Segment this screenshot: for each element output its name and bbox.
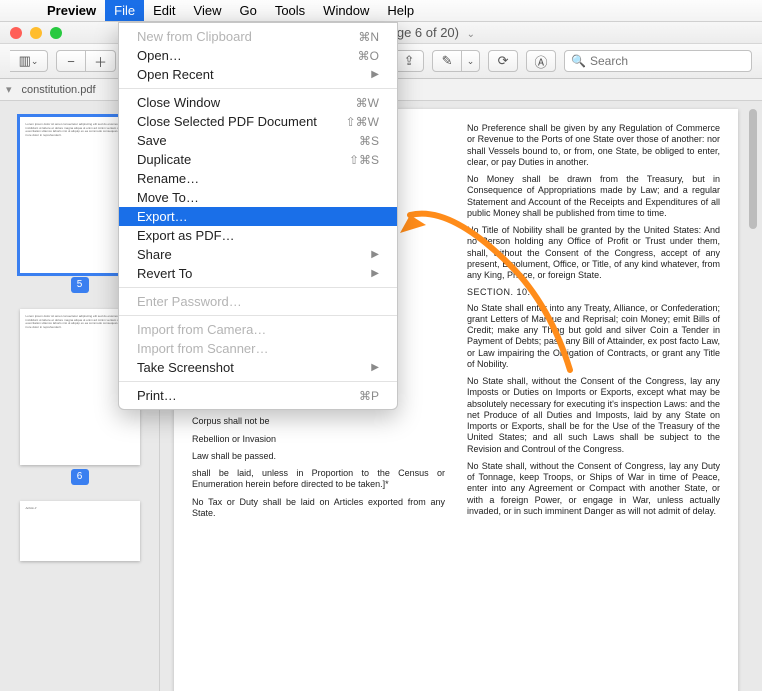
menu-item-new-from-clipboard: New from Clipboard⌘N [119,27,397,46]
menu-item-move-to[interactable]: Move To… [119,188,397,207]
menu-item-save[interactable]: Save⌘S [119,131,397,150]
file-menu-dropdown: New from Clipboard⌘NOpen…⌘OOpen Recent▶ C… [118,22,398,410]
menu-window[interactable]: Window [314,0,378,21]
close-window-button[interactable] [10,27,22,39]
system-menubar: Preview File Edit View Go Tools Window H… [0,0,762,22]
menu-item-print[interactable]: Print…⌘P [119,386,397,405]
submenu-arrow-icon: ▶ [371,249,379,260]
menu-item-export-as-pdf[interactable]: Export as PDF… [119,226,397,245]
menu-item-close-window[interactable]: Close Window⌘W [119,93,397,112]
markup-button[interactable]: Ⓐ [526,50,556,72]
tab-name[interactable]: constitution.pdf [18,84,100,96]
app-menu[interactable]: Preview [38,0,105,21]
menu-item-import-from-scanner: Import from Scanner… [119,339,397,358]
menu-item-export[interactable]: Export… [119,207,397,226]
chevron-down-icon: ⌄ [467,56,475,67]
zoom-out-icon: − [67,54,75,69]
menu-item-close-selected-pdf-document[interactable]: Close Selected PDF Document⇧⌘W [119,112,397,131]
view-mode-button[interactable]: ▥ ⌄ [10,50,48,72]
page-thumbnail[interactable]: Article II [20,501,140,561]
menu-help[interactable]: Help [378,0,423,21]
vertical-scrollbar[interactable] [746,105,760,687]
zoom-out-button[interactable]: − [56,50,86,72]
markup-icon: Ⓐ [535,52,548,71]
menu-item-take-screenshot[interactable]: Take Screenshot▶ [119,358,397,377]
menu-go[interactable]: Go [230,0,265,21]
section-heading: SECTION. 10. [467,287,720,298]
submenu-arrow-icon: ▶ [371,69,379,80]
share-icon: ⇪ [404,53,415,69]
page-number-badge: 6 [71,469,89,485]
minimize-window-button[interactable] [30,27,42,39]
page-number-badge: 5 [71,277,89,293]
menu-item-import-from-camera: Import from Camera… [119,320,397,339]
search-field[interactable]: 🔍 [564,50,752,72]
menu-item-open[interactable]: Open…⌘O [119,46,397,65]
tab-disclosure-icon[interactable]: ▾ [0,83,18,96]
chevron-down-icon[interactable]: ⌄ [467,29,475,40]
zoom-in-icon: ＋ [94,52,107,71]
rotate-icon: ⟳ [498,53,509,69]
menu-tools[interactable]: Tools [266,0,314,21]
highlight-icon: ✎ [442,53,453,69]
menu-item-enter-password: Enter Password… [119,292,397,311]
fullscreen-window-button[interactable] [50,27,62,39]
highlight-button[interactable]: ✎ [432,50,462,72]
menu-edit[interactable]: Edit [144,0,184,21]
menu-item-rename[interactable]: Rename… [119,169,397,188]
submenu-arrow-icon: ▶ [371,362,379,373]
rotate-button[interactable]: ⟳ [488,50,518,72]
zoom-in-button[interactable]: ＋ [86,50,116,72]
menu-file[interactable]: File [105,0,144,21]
submenu-arrow-icon: ▶ [371,268,379,279]
menu-item-duplicate[interactable]: Duplicate⇧⌘S [119,150,397,169]
share-button[interactable]: ⇪ [394,50,424,72]
menu-item-share[interactable]: Share▶ [119,245,397,264]
menu-item-revert-to[interactable]: Revert To▶ [119,264,397,283]
menu-item-open-recent[interactable]: Open Recent▶ [119,65,397,84]
menu-view[interactable]: View [185,0,231,21]
scrollbar-thumb[interactable] [749,109,757,229]
search-icon: 🔍 [571,54,586,68]
highlight-menu-button[interactable]: ⌄ [462,50,480,72]
search-input[interactable] [590,54,745,68]
